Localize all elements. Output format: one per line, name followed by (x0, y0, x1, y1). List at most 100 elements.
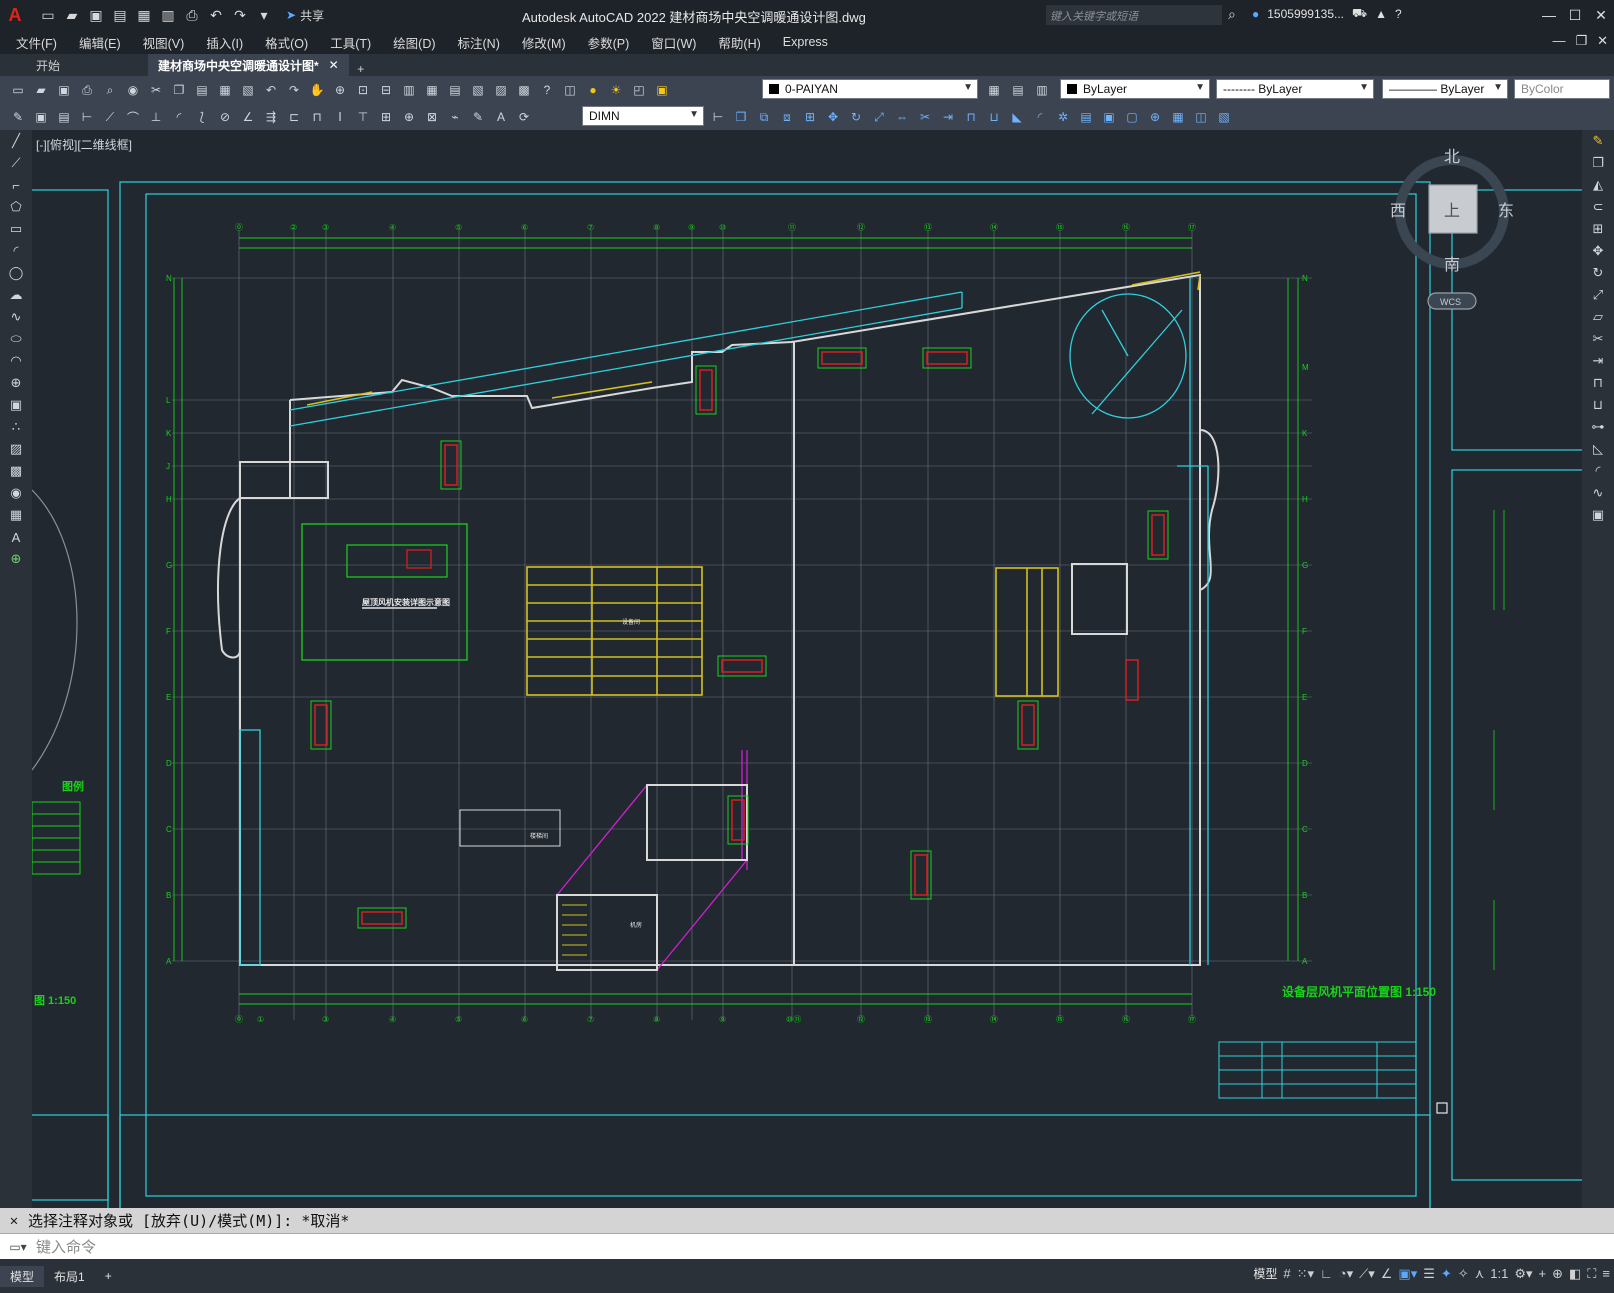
isodraft-icon[interactable]: ⟋▾ (1359, 1266, 1375, 1282)
new-tab-icon[interactable]: + (349, 62, 373, 76)
chamfer-icon[interactable]: ◣ (1007, 107, 1027, 127)
side-offset-icon[interactable]: ⊂ (1582, 196, 1614, 218)
make-block-icon[interactable]: ▣ (0, 394, 32, 416)
lineweight-display-icon[interactable]: ☰ (1423, 1266, 1435, 1282)
dim-aligned-icon[interactable]: ⟋ (100, 107, 120, 127)
side-stretch-icon[interactable]: ▱ (1582, 306, 1614, 328)
circle-icon[interactable]: ◯ (0, 262, 32, 284)
new-icon[interactable]: ▭ (38, 5, 58, 25)
draworder-icon[interactable]: ▤ (1076, 107, 1096, 127)
cut-icon[interactable]: ✂ (146, 80, 166, 100)
dim-baseline-icon[interactable]: ⊏ (284, 107, 304, 127)
menu-dimension[interactable]: 标注(N) (458, 33, 500, 52)
layer-lock-icon[interactable]: ▣ (652, 80, 672, 100)
side-extend-icon[interactable]: ⇥ (1582, 350, 1614, 372)
trim-icon[interactable]: ✂ (915, 107, 935, 127)
side-blend-icon[interactable]: ∿ (1582, 482, 1614, 504)
add-selected-icon[interactable]: ⊕ (0, 548, 32, 570)
tolerance-icon[interactable]: ⊞ (376, 107, 396, 127)
table-icon[interactable]: ▦ (0, 504, 32, 526)
side-trim-icon[interactable]: ✂ (1582, 328, 1614, 350)
viewcube-west[interactable]: 西 (1390, 203, 1406, 220)
qnew-icon[interactable]: ▭ (8, 80, 28, 100)
center-mark-icon[interactable]: ⊕ (399, 107, 419, 127)
save-icon[interactable]: ▣ (86, 5, 106, 25)
break-icon[interactable]: ⊓ (961, 107, 981, 127)
polygon-icon[interactable]: ⬠ (0, 196, 32, 218)
minimize-icon[interactable]: — (1536, 0, 1562, 30)
attrib-icon[interactable]: ▣ (31, 107, 51, 127)
dim-angular-icon[interactable]: ∠ (238, 107, 258, 127)
menu-format[interactable]: 格式(O) (265, 33, 308, 52)
drawing-viewport[interactable]: [-][俯视][二维线框] 设备层风机平面位置图 1:150 图 1:150 图… (32, 130, 1582, 1208)
dim-arc-icon[interactable]: ⌒ (123, 107, 143, 127)
image-icon[interactable]: ▧ (1214, 107, 1234, 127)
publish-3d-icon[interactable]: ◉ (123, 80, 143, 100)
side-rotate-icon[interactable]: ↻ (1582, 262, 1614, 284)
snap-icon[interactable]: ⁙▾ (1297, 1266, 1314, 1282)
side-copy-icon[interactable]: ❐ (1582, 152, 1614, 174)
command-line[interactable]: ▭▾ 键入命令 (0, 1233, 1614, 1259)
hatch-icon[interactable]: ▨ (0, 438, 32, 460)
menu-view[interactable]: 视图(V) (143, 33, 185, 52)
dim-edit-icon[interactable]: ✎ (468, 107, 488, 127)
array-icon[interactable]: ⊞ (800, 107, 820, 127)
wcs-label[interactable]: WCS (1440, 297, 1461, 307)
mirror-icon[interactable]: ⧉ (754, 107, 774, 127)
ellipse-arc-icon[interactable]: ◠ (0, 350, 32, 372)
menu-file[interactable]: 文件(F) (16, 33, 57, 52)
dim-break-icon[interactable]: ⊤ (353, 107, 373, 127)
menu-insert[interactable]: 插入(I) (206, 33, 243, 52)
explode-icon[interactable]: ✲ (1053, 107, 1073, 127)
ungroup-icon[interactable]: ▢ (1122, 107, 1142, 127)
layer-previous-icon[interactable]: ▤ (1008, 80, 1028, 100)
dim-ordinate-icon[interactable]: ⊥ (146, 107, 166, 127)
scale-icon[interactable]: ⤢ (869, 107, 889, 127)
mtext-icon[interactable]: A (0, 526, 32, 548)
command-input[interactable]: 键入命令 (36, 1236, 96, 1257)
tab-drawing[interactable]: 建材商场中央空调暖通设计图* ✕ (148, 54, 349, 76)
insert-icon[interactable]: ⊕ (0, 372, 32, 394)
side-explode-icon[interactable]: ▣ (1582, 504, 1614, 526)
dim-radius-icon[interactable]: ◜ (169, 107, 189, 127)
osnap-tracking-icon[interactable]: ∠ (1381, 1266, 1393, 1282)
share-button[interactable]: ➤ 共享 (286, 7, 324, 24)
tab-close-icon[interactable]: ✕ (329, 58, 339, 72)
inspect-icon[interactable]: ⊠ (422, 107, 442, 127)
move-icon[interactable]: ✥ (823, 107, 843, 127)
open-file-icon[interactable]: ▰ (31, 80, 51, 100)
fullscreen-icon[interactable]: ⛶ (1587, 1266, 1596, 1282)
redo-icon[interactable]: ↷ (230, 5, 250, 25)
model-space-label[interactable]: 模型 (1253, 1265, 1277, 1282)
dimstyle-dropdown[interactable]: DIMN ▼ (582, 106, 704, 126)
search-icon[interactable]: ⌕ (1228, 6, 1236, 23)
dim-text-edit-icon[interactable]: A (491, 107, 511, 127)
ellipse-icon[interactable]: ⬭ (0, 328, 32, 350)
save-file-icon[interactable]: ▣ (54, 80, 74, 100)
revision-cloud-icon[interactable]: ☁ (0, 284, 32, 306)
lineweight-dropdown[interactable]: ———— ByLayer ▼ (1382, 79, 1508, 99)
rotate-icon[interactable]: ↻ (846, 107, 866, 127)
annotation-visibility-icon[interactable]: ✧ (1458, 1266, 1469, 1282)
dim-linear-icon[interactable]: ⊢ (77, 107, 97, 127)
match-properties-icon[interactable]: ▦ (215, 80, 235, 100)
annotation-scale[interactable]: 1:1 (1490, 1266, 1508, 1281)
workspace-gear-icon[interactable]: ⚙▾ (1514, 1266, 1532, 1282)
design-center-icon[interactable]: ▦ (422, 80, 442, 100)
command-prompt-icon[interactable]: ▭▾ (0, 1240, 36, 1254)
paste-icon[interactable]: ▤ (192, 80, 212, 100)
calculator-icon[interactable]: ▩ (514, 80, 534, 100)
menu-window[interactable]: 窗口(W) (651, 33, 696, 52)
osnap-icon[interactable]: ▣▾ (1398, 1266, 1417, 1282)
viewcube-east[interactable]: 东 (1498, 202, 1514, 220)
cart-icon[interactable]: ⛟ (1352, 6, 1367, 22)
zoom-window-icon[interactable]: ⊡ (353, 80, 373, 100)
tb-undo-icon[interactable]: ↶ (261, 80, 281, 100)
plotstyle-dropdown[interactable]: ByColor (1514, 79, 1610, 99)
fillet-icon[interactable]: ◜ (1030, 107, 1050, 127)
tab-layout1[interactable]: 布局1 (44, 1266, 95, 1287)
dim-space-icon[interactable]: Ⅰ (330, 107, 350, 127)
side-mirror-icon[interactable]: ◭ (1582, 174, 1614, 196)
linetype-dropdown[interactable]: -------- ByLayer ▼ (1216, 79, 1374, 99)
add-layout-icon[interactable]: + (95, 1267, 122, 1285)
